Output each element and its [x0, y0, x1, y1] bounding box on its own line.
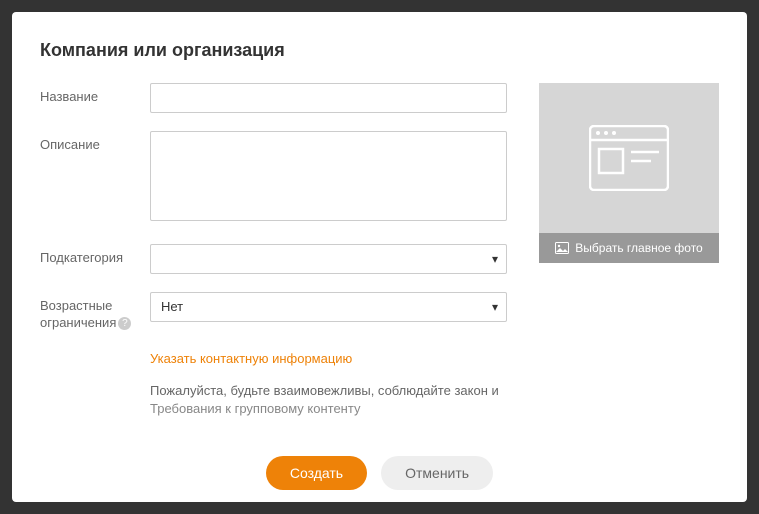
name-label: Название [40, 83, 150, 106]
description-label: Описание [40, 131, 150, 154]
browser-window-icon [589, 125, 669, 191]
row-notice: Пожалуйста, будьте взаимовежливы, соблюд… [150, 382, 507, 418]
row-subcategory: Подкатегория [40, 244, 507, 274]
modal-title: Компания или организация [40, 40, 719, 61]
subcategory-label: Подкатегория [40, 244, 150, 267]
age-label-text: Возрастные ограничения [40, 298, 116, 330]
image-icon [555, 242, 569, 254]
notice-text: Пожалуйста, будьте взаимовежливы, соблюд… [150, 383, 499, 416]
cancel-button[interactable]: Отменить [381, 456, 493, 490]
age-label: Возрастные ограничения? [40, 292, 150, 332]
contact-info-link[interactable]: Указать контактную информацию [150, 351, 352, 366]
row-age: Возрастные ограничения? Нет [40, 292, 507, 332]
description-input[interactable] [150, 131, 507, 221]
choose-photo-button[interactable]: Выбрать главное фото [539, 233, 719, 263]
row-contact-link: Указать контактную информацию [150, 350, 507, 368]
age-select[interactable]: Нет [150, 292, 507, 322]
button-bar: Создать Отменить [40, 456, 719, 490]
create-button[interactable]: Создать [266, 456, 367, 490]
tos-link[interactable]: Требования к групповому контенту [150, 401, 360, 416]
help-icon[interactable]: ? [118, 317, 131, 330]
row-description: Описание [40, 131, 507, 226]
name-input[interactable] [150, 83, 507, 113]
form-right: Выбрать главное фото [539, 83, 719, 432]
form-left: Название Описание Подкатегория Во [40, 83, 507, 432]
choose-photo-label: Выбрать главное фото [575, 241, 702, 255]
create-group-modal: Компания или организация Название Описан… [12, 12, 747, 502]
form-area: Название Описание Подкатегория Во [40, 83, 719, 432]
photo-placeholder [539, 83, 719, 233]
subcategory-select[interactable] [150, 244, 507, 274]
notice-prefix: Пожалуйста, будьте взаимовежливы, соблюд… [150, 383, 499, 398]
row-name: Название [40, 83, 507, 113]
age-select-value: Нет [161, 299, 183, 314]
